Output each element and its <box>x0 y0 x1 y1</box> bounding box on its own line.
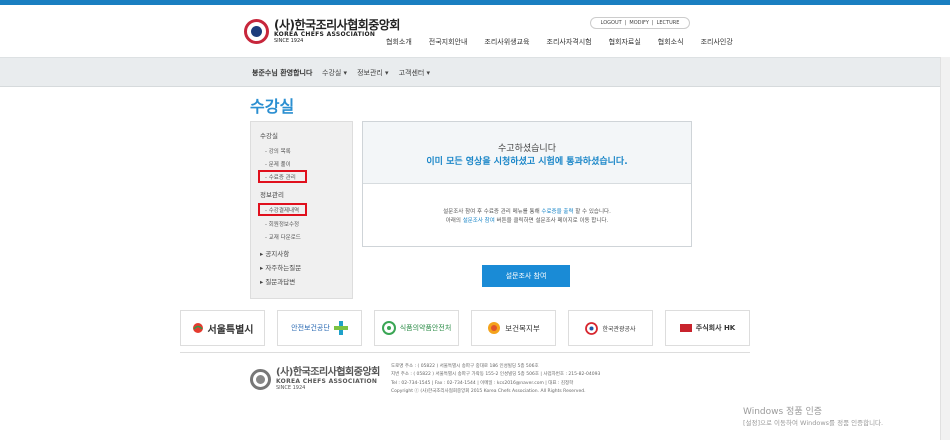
partner-mohw[interactable]: 보건복지부 <box>471 310 556 346</box>
windows-activation-title: Windows 정품 인증 <box>743 407 823 417</box>
side-section-info: 정보관리 <box>260 191 284 199</box>
site-footer: (사)한국조리사협회중앙회 KOREA CHEFS ASSOCIATION SI… <box>180 352 750 440</box>
side-item-quiz[interactable]: - 문제 풀이 <box>265 160 291 168</box>
footer-road-address: 도로명 주소 : ( 05822 ) 서울특별시 송파구 중대로 186 인성빌… <box>391 364 539 369</box>
kto-logo-icon <box>585 321 599 335</box>
site-logo[interactable]: (사)한국조리사협회중앙회 KOREA CHEFS ASSOCIATION SI… <box>244 19 400 44</box>
side-item-edit-profile[interactable]: - 회원정보수정 <box>265 220 299 228</box>
partner-seoul[interactable]: 서울특별시 <box>180 310 265 346</box>
side-link-notice[interactable]: ▸ 공지사항 <box>260 248 289 258</box>
info1-highlight: 수료증을 출력 <box>541 209 574 215</box>
notice-info-line2: 아래의 설문조사 참여 버튼을 클릭하면 설문조사 페이지로 이동 합니다. <box>363 216 691 224</box>
gnb-item-about[interactable]: 협회소개 <box>386 37 412 47</box>
side-section-classroom: 수강실 <box>260 132 278 140</box>
side-link-qna[interactable]: ▸ 질문과답변 <box>260 276 295 286</box>
footer-korean-name: (사)한국조리사협회중앙회 <box>276 367 380 378</box>
info2-highlight: 설문조사 참여 <box>462 218 495 224</box>
partner-label: 주식회사 HK <box>695 324 736 332</box>
info1-text-a: 설문조사 참여 후 수료증 관리 메뉴를 통해 <box>443 209 542 215</box>
util-sep: | <box>651 20 654 26</box>
footer-since: SINCE 1924 <box>276 385 306 391</box>
kosha-logo-icon <box>333 321 348 335</box>
footer-emblem-icon <box>250 369 271 390</box>
footer-copyright: Copyright ⓒ (사)한국조리사협회중앙회 2015 Korea Che… <box>391 388 586 394</box>
notice-message: 이미 모든 영상을 시청하셨고 시험에 통과하셨습니다. <box>426 157 628 167</box>
gnb-item-library[interactable]: 협회자료실 <box>609 37 641 47</box>
gnb-item-news[interactable]: 협회소식 <box>658 37 684 47</box>
member-subbar: 봉준수님 환영합니다 수강실 ▾ 정보관리 ▾ 고객센터 ▾ <box>0 57 940 87</box>
completion-notice: 수고하셨습니다 이미 모든 영상을 시청하셨고 시험에 통과하셨습니다. 설문조… <box>362 121 692 247</box>
page-scrollbar[interactable] <box>940 57 950 440</box>
partner-label: 안전보건공단 <box>291 324 330 332</box>
footer-info: 도로명 주소 : ( 05822 ) 서울특별시 송파구 중대로 186 인성빌… <box>391 363 600 396</box>
logo-since: SINCE 1924 <box>274 38 304 44</box>
logo-emblem-icon <box>244 19 269 44</box>
info2-text-c: 버튼을 클릭하면 설문조사 페이지로 이동 합니다. <box>494 218 609 224</box>
gnb-item-branches[interactable]: 전국지회안내 <box>429 37 468 47</box>
hk-logo-icon <box>679 324 692 332</box>
footer-lot-address: 지번 주소 : ( 05822 ) 서울특별시 송파구 가락동 155-2 인성… <box>391 372 601 378</box>
subbar-menu-classroom[interactable]: 수강실 ▾ <box>322 68 347 78</box>
side-item-lecture-list[interactable]: - 강의 목록 <box>265 147 291 155</box>
notice-info-line1: 설문조사 참여 후 수료증 관리 메뉴를 통해 수료증을 출력 할 수 있습니다… <box>363 207 691 215</box>
partner-mfds[interactable]: 식품의약품안전처 <box>374 310 459 346</box>
subbar-menu-info[interactable]: 정보관리 ▾ <box>357 68 389 78</box>
partner-hk[interactable]: 주식회사 HK <box>665 310 750 346</box>
partner-label: 서울특별시 <box>207 324 254 336</box>
page-title: 수강실 <box>250 97 295 116</box>
mohw-logo-icon <box>488 322 501 334</box>
member-menus: 수강실 ▾ 정보관리 ▾ 고객센터 ▾ <box>322 68 440 78</box>
partner-banners: 서울특별시 안전보건공단 식품의약품안전처 보건복지부 한국관광공사 주식회사 … <box>180 310 750 350</box>
logo-korean-name: (사)한국조리사협회중앙회 <box>274 18 400 32</box>
subbar-menu-support[interactable]: 고객센터 ▾ <box>399 68 431 78</box>
modify-link[interactable]: MODIFY <box>629 20 649 26</box>
partner-label: 보건복지부 <box>505 323 540 333</box>
windows-activation-hint: [설정]으로 이동하여 Windows를 정품 인증합니다. <box>743 419 884 427</box>
util-sep: | <box>624 20 627 26</box>
survey-button[interactable]: 설문조사 참여 <box>482 265 570 287</box>
info2-text-a: 아래의 <box>445 218 463 224</box>
gnb-item-hygiene-edu[interactable]: 조리사위생교육 <box>484 37 529 47</box>
gnb-item-exam[interactable]: 조리사자격시험 <box>547 37 592 47</box>
footer-logo: (사)한국조리사협회중앙회 KOREA CHEFS ASSOCIATION SI… <box>250 368 380 391</box>
lecture-link[interactable]: LECTURE <box>657 20 680 26</box>
welcome-text: 봉준수님 환영합니다 <box>252 69 313 77</box>
global-nav: 협회소개 전국지회안내 조리사위생교육 조리사자격시험 협회자료실 협회소식 조… <box>386 37 750 47</box>
logout-link[interactable]: LOGOUT <box>601 20 622 26</box>
highlight-box-payment <box>258 203 307 216</box>
footer-contact: Tel : 02-734-1545 | Fax : 02-734-1544 | … <box>391 380 574 386</box>
utility-links: LOGOUT | MODIFY | LECTURE <box>590 17 690 29</box>
side-item-textbook-download[interactable]: - 교재 다운로드 <box>265 233 301 241</box>
partner-kto[interactable]: 한국관광공사 <box>568 310 653 346</box>
site-header: (사)한국조리사협회중앙회 KOREA CHEFS ASSOCIATION SI… <box>0 5 950 57</box>
partner-label: 한국관광공사 <box>602 325 636 333</box>
mfds-logo-icon <box>381 321 396 335</box>
info1-text-c: 할 수 있습니다. <box>573 209 611 215</box>
partner-label: 식품의약품안전처 <box>399 324 452 332</box>
partner-kosha[interactable]: 안전보건공단 <box>277 310 362 346</box>
side-link-faq[interactable]: ▸ 자주하는질문 <box>260 262 301 272</box>
seoul-logo-icon <box>192 323 203 333</box>
gnb-item-online-lecture[interactable]: 조리사인강 <box>701 37 733 47</box>
notice-title: 수고하셨습니다 <box>498 144 556 154</box>
highlight-box-certificate <box>258 170 307 183</box>
